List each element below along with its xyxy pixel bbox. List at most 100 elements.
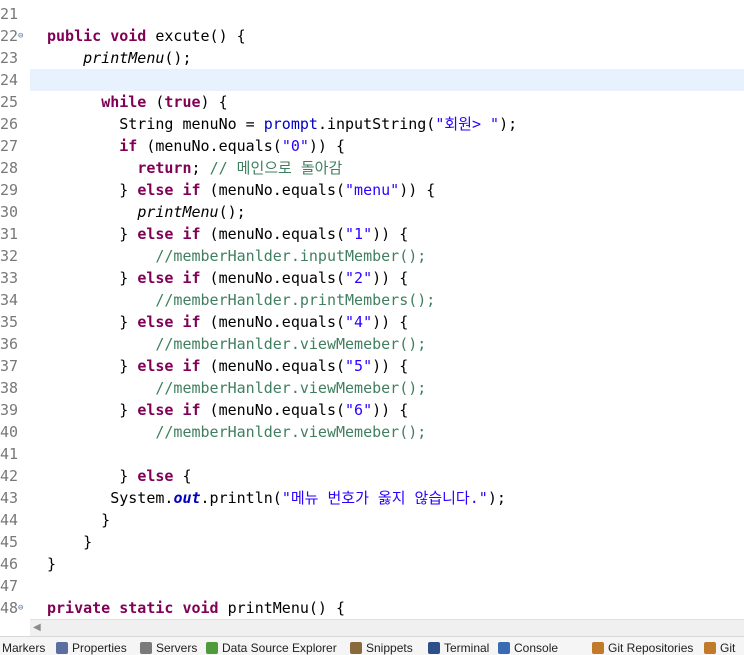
string-token: "메뉴 번호가 옳지 않습니다." [281, 489, 488, 507]
code-line[interactable]: 27 if (menuNo.equals("0")) { [0, 135, 744, 157]
tab-git-repositories[interactable]: Git Repositories [592, 641, 693, 655]
line-number: 45 [0, 533, 19, 551]
string-token: "2" [345, 269, 373, 287]
code-text: } [47, 531, 92, 553]
terminal-icon [428, 642, 440, 654]
tab-console[interactable]: Console [498, 641, 558, 655]
code-token: )) { [372, 225, 409, 243]
line-number: 33 [0, 269, 19, 287]
bottom-view-tab-bar: Markers Properties Servers Data Source Expl… [0, 636, 744, 655]
line-number: 21 [0, 5, 19, 23]
code-text: //memberHanlder.viewMemeber(); [47, 333, 426, 355]
code-editor[interactable]: 21 22 ⊖ public void excute() {23 printMenu(… [0, 0, 744, 616]
code-token: } [47, 533, 93, 551]
tab-properties[interactable]: Properties [56, 641, 127, 655]
code-line[interactable]: 41 [0, 443, 744, 465]
line-number: 34 [0, 291, 19, 309]
method-call-token: printMenu [83, 49, 165, 67]
code-text: } else if (menuNo.equals("2")) { [47, 267, 408, 289]
code-line[interactable]: 40 //memberHanlder.viewMemeber(); [0, 421, 744, 443]
code-token: ; [191, 159, 210, 177]
code-line[interactable]: 32 //memberHanlder.inputMember(); [0, 245, 744, 267]
code-line[interactable]: 35 } else if (menuNo.equals("4")) { [0, 311, 744, 333]
code-text: } else if (menuNo.equals("4")) { [47, 311, 408, 333]
code-line[interactable]: 46} [0, 553, 744, 575]
comment-token: //memberHanlder.viewMemeber(); [155, 335, 427, 353]
code-text: } else if (menuNo.equals("menu")) { [47, 179, 435, 201]
code-token: (menuNo.equals( [200, 401, 346, 419]
code-line[interactable]: 47 [0, 575, 744, 597]
code-line[interactable]: 21 [0, 3, 744, 25]
code-line[interactable]: 24 [0, 69, 744, 91]
fold-toggle-icon[interactable]: ⊖ [18, 597, 23, 616]
code-line[interactable]: 37 } else if (menuNo.equals("5")) { [0, 355, 744, 377]
code-token: } [47, 269, 138, 287]
code-text: } else { [47, 465, 191, 487]
string-token: "회원> " [435, 115, 500, 133]
code-line[interactable]: 39 } else if (menuNo.equals("6")) { [0, 399, 744, 421]
string-token: "6" [345, 401, 373, 419]
properties-icon [56, 642, 68, 654]
static-field-token: out [173, 489, 201, 507]
code-line[interactable]: 29 } else if (menuNo.equals("menu")) { [0, 179, 744, 201]
code-line[interactable]: 33 } else if (menuNo.equals("2")) { [0, 267, 744, 289]
tab-label: Console [514, 641, 559, 655]
keyword-token: if [182, 225, 201, 243]
code-token: } [47, 555, 57, 573]
tab-label: Terminal [444, 641, 490, 655]
tab-servers[interactable]: Servers [140, 641, 197, 655]
line-number: 35 [0, 313, 19, 331]
code-token: (menuNo.equals( [200, 357, 346, 375]
code-line[interactable]: 23 printMenu(); [0, 47, 744, 69]
tab-label: Snippets [366, 641, 413, 655]
tab-label: Git Repositories [608, 641, 694, 655]
tab-git[interactable]: Git [704, 641, 735, 655]
code-token: } [47, 401, 138, 419]
fold-toggle-icon[interactable]: ⊖ [18, 25, 23, 47]
code-token: (menuNo.equals( [200, 225, 346, 243]
code-line[interactable]: 48 ⊖ private static void printMenu() { [0, 597, 744, 616]
keyword-token: public [47, 27, 102, 45]
code-text: } else if (menuNo.equals("6")) { [47, 399, 408, 421]
code-line[interactable]: 25 while (true) { [0, 91, 744, 113]
comment-token: //memberHanlder.viewMemeber(); [155, 423, 427, 441]
code-token: (menuNo.equals( [200, 313, 346, 331]
code-line[interactable]: 28 return; // 메인으로 돌아감 [0, 157, 744, 179]
code-line[interactable]: 36 //memberHanlder.viewMemeber(); [0, 333, 744, 355]
code-line[interactable]: 38 //memberHanlder.viewMemeber(); [0, 377, 744, 399]
code-token: } [47, 511, 111, 529]
scroll-left-arrow-icon[interactable]: ◀ [33, 622, 41, 633]
code-line[interactable]: 43 System.out.println("메뉴 번호가 옳지 않습니다.")… [0, 487, 744, 509]
code-token: ( [146, 93, 165, 111]
code-line[interactable]: 45 } [0, 531, 744, 553]
line-number: 30 [0, 203, 19, 221]
code-line[interactable]: 26 String menuNo = prompt.inputString("회… [0, 113, 744, 135]
code-line[interactable]: 34 //memberHanlder.printMembers(); [0, 289, 744, 311]
code-token: .inputString( [317, 115, 436, 133]
code-line[interactable]: 44 } [0, 509, 744, 531]
line-number: 31 [0, 225, 19, 243]
tab-data-source-explorer[interactable]: Data Source Explorer [206, 641, 337, 655]
tab-snippets[interactable]: Snippets [350, 641, 413, 655]
code-line[interactable]: 42 } else { [0, 465, 744, 487]
keyword-token: private [47, 599, 111, 616]
horizontal-scrollbar[interactable]: ◀ [30, 619, 744, 636]
code-token: } [47, 181, 138, 199]
keyword-token: true [164, 93, 201, 111]
code-text: String menuNo = prompt.inputString("회원> … [47, 113, 517, 135]
keyword-token: else [137, 181, 174, 199]
keyword-token: if [182, 313, 201, 331]
code-line[interactable]: 31 } else if (menuNo.equals("1")) { [0, 223, 744, 245]
code-line[interactable]: 30 printMenu(); [0, 201, 744, 223]
keyword-token: static [119, 599, 174, 616]
tab-markers[interactable]: Markers [2, 641, 45, 655]
tab-terminal[interactable]: Terminal [428, 641, 489, 655]
code-line[interactable]: 22 ⊖ public void excute() { [0, 25, 744, 47]
